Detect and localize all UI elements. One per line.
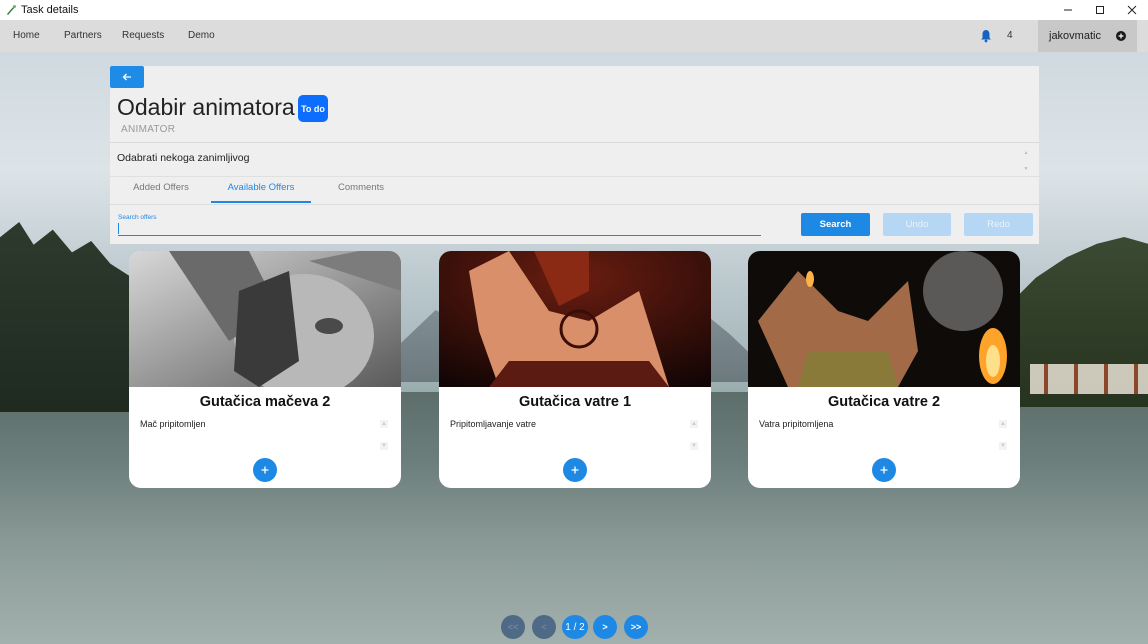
redo-button[interactable]: Redo [964,213,1033,236]
app-icon [7,5,16,15]
close-button[interactable] [1116,0,1148,20]
task-type: ANIMATOR [121,124,176,135]
nav-partners[interactable]: Partners [64,20,102,52]
window-title: Task details [21,4,79,16]
window-controls [1052,0,1148,20]
offer-image [748,251,1020,387]
window-titlebar: Task details [0,0,1148,20]
minimize-button[interactable] [1052,0,1084,20]
offer-description: Mač pripitomljen [140,419,206,429]
plus-icon [571,466,579,474]
divider [110,142,1039,143]
notification-bell-icon[interactable] [980,29,992,43]
nav-home[interactable]: Home [13,20,40,52]
tab-added-offers[interactable]: Added Offers [117,177,205,203]
back-button[interactable] [110,66,144,88]
offer-title: Gutačica mačeva 2 [199,394,331,410]
tab-comments[interactable]: Comments [318,177,404,203]
task-title: Odabir animatora [117,94,295,120]
description-scrollbar[interactable]: ▲ ▼ [1022,150,1030,172]
offer-image [439,251,711,387]
top-navbar: Home Partners Requests Demo 4 jakovmatic [0,20,1148,52]
offer-image [129,251,401,387]
next-page-button[interactable]: > [593,615,617,639]
first-page-button[interactable]: << [501,615,525,639]
divider [110,204,1039,205]
offer-card: Gutačica mačeva 2 Mač pripitomljen ▲ ▼ [129,251,401,488]
search-input[interactable] [118,221,761,236]
page-indicator: 1 / 2 [562,615,588,639]
task-description: Odabrati nekoga zanimljivog [117,152,250,164]
scroll-up-icon[interactable]: ▲ [690,420,698,428]
add-offer-button[interactable] [253,458,277,482]
maximize-icon [1096,6,1104,14]
tab-available-offers[interactable]: Available Offers [211,177,311,203]
add-circle-icon[interactable] [1116,31,1126,41]
nav-demo[interactable]: Demo [188,20,215,52]
offer-title: Gutačica vatre 1 [518,394,632,410]
search-button[interactable]: Search [801,213,870,236]
offer-card: Gutačica vatre 2 Vatra pripitomljena ▲ ▼ [748,251,1020,488]
add-offer-button[interactable] [872,458,896,482]
scroll-down-icon[interactable]: ▼ [1023,166,1029,172]
scroll-down-icon[interactable]: ▼ [999,442,1007,450]
search-label: Search offers [118,214,157,221]
scroll-up-icon[interactable]: ▲ [1023,150,1029,156]
offer-card: Gutačica vatre 1 Pripitomljavanje vatre … [439,251,711,488]
arrow-left-icon [122,73,131,81]
plus-icon [880,466,888,474]
nav-requests[interactable]: Requests [122,20,164,52]
prev-page-button[interactable]: < [532,615,556,639]
status-badge: To do [298,95,328,122]
scroll-down-icon[interactable]: ▼ [380,442,388,450]
notification-count: 4 [1007,30,1013,41]
offer-description: Vatra pripitomljena [759,419,834,429]
close-icon [1127,5,1137,15]
offer-title: Gutačica vatre 2 [827,394,941,410]
offer-description: Pripitomljavanje vatre [450,419,537,429]
plus-icon [261,466,269,474]
text-caret [118,223,119,234]
background-houses [1030,364,1148,394]
add-offer-button[interactable] [563,458,587,482]
last-page-button[interactable]: >> [624,615,648,639]
username: jakovmatic [1049,30,1101,42]
scroll-up-icon[interactable]: ▲ [380,420,388,428]
user-menu[interactable]: jakovmatic [1038,20,1137,52]
scroll-up-icon[interactable]: ▲ [999,420,1007,428]
minimize-icon [1064,9,1072,11]
maximize-button[interactable] [1084,0,1116,20]
scroll-down-icon[interactable]: ▼ [690,442,698,450]
undo-button[interactable]: Undo [883,213,951,236]
